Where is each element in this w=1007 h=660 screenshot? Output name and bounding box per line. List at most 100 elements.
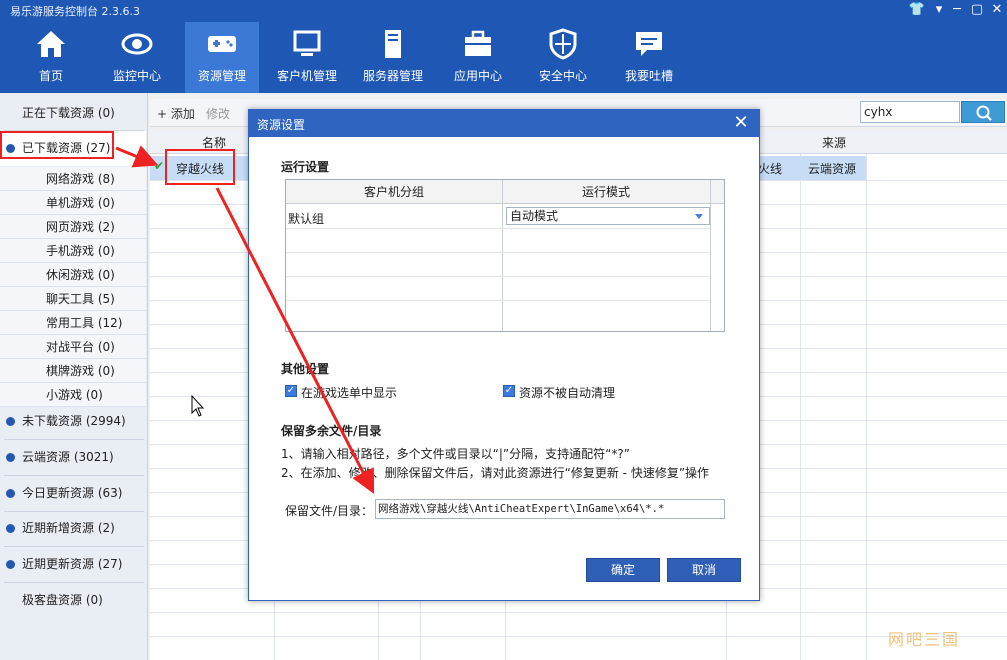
sidebar-item-downloading[interactable]: 正在下载资源 (0): [0, 95, 146, 131]
watermark: 网吧三国: [888, 630, 961, 649]
annotation-box-row: [165, 149, 235, 185]
column-divider: [710, 180, 711, 331]
nav-label: 安全中心: [538, 69, 587, 83]
sidebar-item-label: 今日更新资源 (63): [22, 486, 123, 500]
nav-label: 应用中心: [453, 69, 502, 83]
nav-label: 首页: [38, 69, 63, 83]
column-header-mode: 运行模式: [502, 180, 710, 204]
add-button[interactable]: + 添加: [157, 105, 195, 122]
dialog-title-bar: 资源设置 ✕: [249, 110, 759, 137]
expand-bullet-icon: [6, 417, 15, 426]
row-line: [286, 276, 710, 277]
expand-bullet-icon: [6, 560, 15, 569]
column-divider: [502, 180, 503, 331]
sidebar-item-label: 近期更新资源 (27): [22, 557, 123, 571]
server-icon: [385, 30, 401, 58]
ok-button[interactable]: 确定: [586, 558, 660, 582]
sidebar-item-recent-update[interactable]: 近期更新资源 (27): [0, 547, 146, 582]
search-input[interactable]: cyhx: [860, 101, 960, 123]
keep-files-heading: 保留多余文件/目录: [281, 424, 382, 438]
column-header-spacer: [710, 180, 724, 204]
sidebar-item-geek[interactable]: 极客盘资源 (0): [0, 583, 146, 618]
nav-server[interactable]: 服务器管理: [356, 22, 430, 93]
sidebar-item-today[interactable]: 今日更新资源 (63): [0, 476, 146, 511]
expand-bullet-icon: [6, 453, 15, 462]
maximize-icon[interactable]: ▢: [968, 1, 986, 19]
sidebar-item-recent-new[interactable]: 近期新增资源 (2): [0, 511, 146, 546]
group-cell: 默认组: [288, 212, 325, 226]
column-header-source[interactable]: 来源: [822, 134, 846, 151]
nav-home[interactable]: 首页: [14, 22, 88, 93]
sidebar-subitem[interactable]: 聊天工具 (5): [0, 287, 146, 311]
nav-feedback[interactable]: 我要吐槽: [612, 22, 686, 93]
nav-apps[interactable]: 应用中心: [441, 22, 515, 93]
keep-note-2: 2、在添加、修改、删除保留文件后，请对此资源进行“修复更新 - 快速修复”操作: [281, 466, 710, 480]
shield-icon: [549, 28, 577, 60]
eye-icon: [121, 33, 153, 55]
nav-label: 客户机管理: [276, 69, 337, 83]
nav-label: 服务器管理: [362, 69, 423, 83]
sidebar-subitem[interactable]: 网络游戏 (8): [0, 167, 146, 191]
sidebar-subitem[interactable]: 休闲游戏 (0): [0, 263, 146, 287]
close-icon[interactable]: ✕: [731, 113, 751, 133]
keep-note-1: 1、请输入相对路径，多个文件或目录以“|”分隔，支持通配符“*?”: [281, 447, 630, 461]
other-settings-heading: 其他设置: [281, 362, 330, 376]
run-mode-value: 自动模式: [510, 209, 559, 223]
sidebar-item-label: 云端资源 (3021): [22, 450, 114, 464]
search-button[interactable]: [961, 101, 1005, 123]
expand-bullet-icon: [6, 524, 15, 533]
chat-icon: [636, 32, 662, 56]
keep-files-input[interactable]: 网络游戏\穿越火线\AntiCheatExpert\InGame\x64\*.*: [375, 499, 725, 519]
home-icon: [37, 31, 65, 57]
resource-settings-dialog: 资源设置 ✕ 运行设置 客户机分组 运行模式 默认组 自动模式 其他设置 ✓ 在…: [248, 109, 760, 601]
nav-monitor[interactable]: 监控中心: [100, 22, 174, 93]
no-auto-clean-checkbox[interactable]: ✓: [503, 385, 515, 397]
dialog-title: 资源设置: [257, 118, 306, 132]
sidebar-item-label: 极客盘资源 (0): [22, 593, 103, 607]
row-line: [286, 228, 710, 229]
run-settings-heading: 运行设置: [281, 160, 330, 174]
menu-dropdown-icon[interactable]: ▾: [930, 1, 948, 19]
sidebar-item-not-downloaded[interactable]: 未下载资源 (2994): [0, 404, 146, 439]
close-window-icon[interactable]: ✕: [988, 1, 1006, 19]
sidebar: 正在下载资源 (0) 已下载资源 (27) 网络游戏 (8) 单机游戏 (0) …: [0, 93, 148, 660]
row-source: 云端资源: [808, 162, 857, 176]
row-line: [286, 300, 710, 301]
toolbox-icon: [465, 30, 491, 56]
check-icon: ✔: [154, 159, 165, 173]
show-in-menu-checkbox[interactable]: ✓: [285, 385, 297, 397]
nav-security[interactable]: 安全中心: [526, 22, 600, 93]
app-title: 易乐游服务控制台 2.3.6.3: [10, 5, 140, 18]
monitor-icon: [293, 30, 321, 56]
sidebar-subitem[interactable]: 常用工具 (12): [0, 311, 146, 335]
title-bar: 易乐游服务控制台 2.3.6.3 👕 ▾ ─ ▢ ✕: [0, 0, 1007, 20]
gamepad-icon: [208, 36, 236, 52]
column-header-group: 客户机分组: [286, 180, 502, 204]
row-name-fragment: 火线: [758, 162, 783, 176]
sidebar-item-cloud[interactable]: 云端资源 (3021): [0, 440, 146, 475]
run-mode-select[interactable]: 自动模式: [506, 207, 710, 225]
nav-label: 监控中心: [112, 69, 161, 83]
show-in-menu-label: 在游戏选单中显示: [301, 386, 398, 400]
main-nav: 首页 监控中心 资源管理 客户机管理 服务器管理 应用中心 安全中心 我要吐槽: [0, 22, 1007, 93]
minimize-icon[interactable]: ─: [948, 1, 966, 19]
sidebar-item-label: 未下载资源 (2994): [22, 414, 126, 428]
edit-button[interactable]: 修改: [206, 105, 230, 122]
nav-label: 我要吐槽: [624, 69, 673, 83]
search-icon: [976, 105, 992, 121]
sidebar-subitem[interactable]: 网页游戏 (2): [0, 215, 146, 239]
chevron-down-icon: [695, 214, 703, 219]
nav-resource[interactable]: 资源管理: [185, 22, 259, 93]
skin-icon[interactable]: 👕: [908, 1, 926, 19]
sidebar-subitem[interactable]: 单机游戏 (0): [0, 191, 146, 215]
nav-client[interactable]: 客户机管理: [270, 22, 344, 93]
no-auto-clean-label: 资源不被自动清理: [519, 386, 616, 400]
sidebar-item-label: 近期新增资源 (2): [22, 521, 115, 535]
row-line: [286, 252, 710, 253]
sidebar-subitem[interactable]: 手机游戏 (0): [0, 239, 146, 263]
cancel-button[interactable]: 取消: [667, 558, 741, 582]
annotation-box-sidebar: [0, 131, 114, 159]
keep-files-label: 保留文件/目录：: [285, 504, 374, 518]
sidebar-subitem[interactable]: 对战平台 (0): [0, 335, 146, 359]
sidebar-subitem[interactable]: 棋牌游戏 (0): [0, 359, 146, 383]
